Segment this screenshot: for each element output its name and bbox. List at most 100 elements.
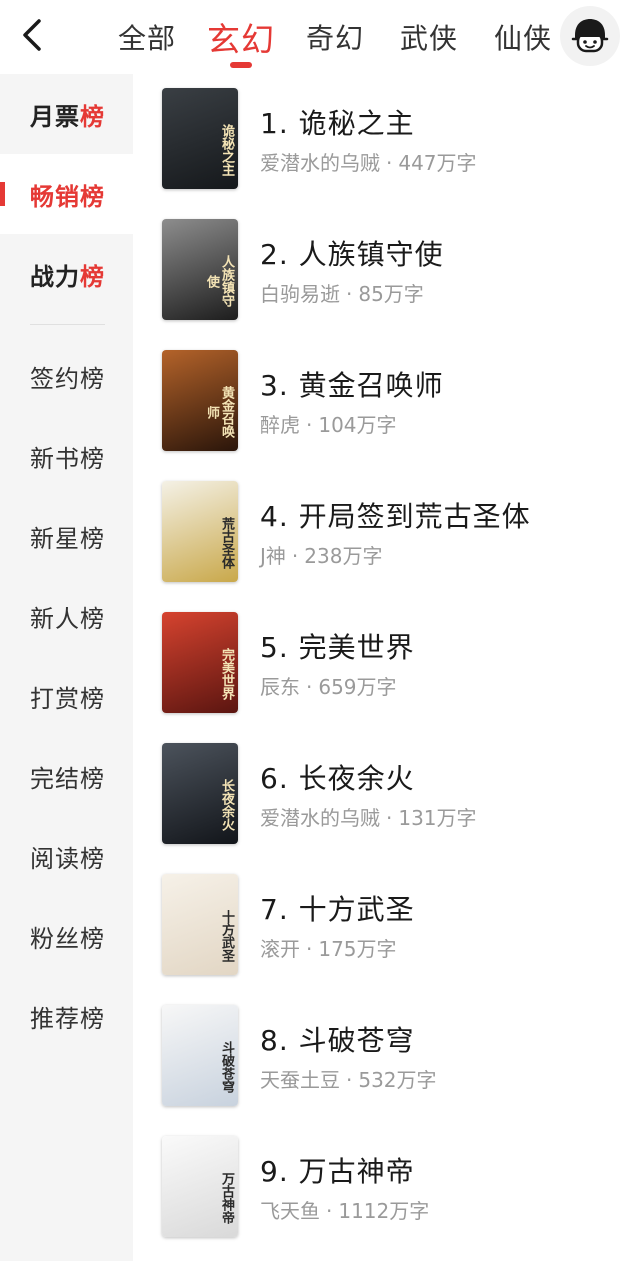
category-tabs: 全部 玄幻 奇幻 武侠 仙侠: [100, 0, 570, 74]
separator-dot: ·: [346, 282, 353, 306]
sidebar-item-label: 推荐榜: [30, 1004, 105, 1033]
book-meta: 辰东 · 659万字: [260, 671, 397, 700]
book-meta: 飞天鱼 · 1112万字: [260, 1195, 429, 1224]
book-cover: 完美世界: [162, 612, 238, 713]
cover-title: 黄金召唤师: [204, 386, 234, 438]
cover-title: 万古神帝: [219, 1172, 234, 1224]
tab-qihuan[interactable]: 奇幻: [288, 0, 382, 74]
tab-all[interactable]: 全部: [100, 0, 194, 74]
sidebar-item-bestseller[interactable]: 畅销榜: [0, 154, 133, 234]
book-word-count: 175万字: [318, 937, 397, 961]
book-cover: 万古神帝: [162, 1136, 238, 1237]
separator-dot: ·: [291, 544, 299, 568]
separator-dot: ·: [386, 151, 393, 175]
book-title: 6. 长夜余火: [260, 762, 415, 795]
book-title: 4. 开局签到荒古圣体: [260, 500, 531, 533]
tab-xianxia[interactable]: 仙侠: [476, 0, 570, 74]
separator-dot: ·: [326, 1199, 333, 1223]
sidebar-item-label: 新书榜: [30, 444, 105, 473]
book-title: 3. 黄金召唤师: [260, 369, 444, 402]
sidebar-item-label: 新人榜: [30, 604, 105, 633]
cover-title: 荒古圣体: [219, 517, 234, 569]
book-title: 1. 诡秘之主: [260, 107, 415, 140]
sidebar-item-reading[interactable]: 阅读榜: [0, 816, 133, 896]
book-author: 白驹易逝: [260, 282, 340, 306]
book-list-item[interactable]: 斗破苍穹 8. 斗破苍穹 天蚕土豆 · 532万字: [133, 991, 640, 1122]
book-author: J神: [260, 544, 286, 568]
book-word-count: 104万字: [318, 413, 397, 437]
sidebar-item-tips[interactable]: 打赏榜: [0, 656, 133, 736]
ranking-sidebar: 月票榜 畅销榜 战力榜 签约榜 新书榜 新星榜 新人榜 打赏榜 完结榜 阅读榜 …: [0, 74, 133, 1261]
book-word-count: 532万字: [358, 1068, 437, 1092]
book-title: 9. 万古神帝: [260, 1155, 415, 1188]
book-list-item[interactable]: 黄金召唤师 3. 黄金召唤师 醉虎 · 104万字: [133, 336, 640, 467]
book-list-item[interactable]: 人族镇守使 2. 人族镇守使 白驹易逝 · 85万字: [133, 205, 640, 336]
tab-xuanhuan[interactable]: 玄幻: [194, 0, 288, 74]
tab-label: 仙侠: [493, 22, 552, 55]
book-list-item[interactable]: 诡秘之主 1. 诡秘之主 爱潜水的乌贼 · 447万字: [133, 74, 640, 205]
sidebar-item-new-star[interactable]: 新星榜: [0, 496, 133, 576]
sidebar-item-label: 战力: [30, 262, 80, 291]
sidebar-item-label: 粉丝榜: [30, 924, 105, 953]
book-cover: 诡秘之主: [162, 88, 238, 189]
tab-wuxia[interactable]: 武侠: [382, 0, 476, 74]
cover-title: 长夜余火: [219, 779, 234, 831]
active-tab-indicator: [230, 62, 252, 68]
book-meta: 白驹易逝 · 85万字: [260, 278, 424, 307]
avatar-button[interactable]: [560, 6, 620, 66]
cover-title: 人族镇守使: [204, 255, 234, 307]
cover-title: 斗破苍穹: [219, 1041, 234, 1093]
book-word-count: 85万字: [358, 282, 424, 306]
book-meta: 爱潜水的乌贼 · 447万字: [260, 147, 477, 176]
book-word-count: 238万字: [304, 544, 383, 568]
book-meta: 爱潜水的乌贼 · 131万字: [260, 802, 477, 831]
book-author: 爱潜水的乌贼: [260, 151, 380, 175]
book-word-count: 131万字: [398, 806, 477, 830]
book-meta: 天蚕土豆 · 532万字: [260, 1064, 437, 1093]
active-indicator: [0, 182, 5, 206]
cover-title: 十方武圣: [219, 910, 234, 962]
sidebar-divider: [30, 324, 105, 325]
book-list-item[interactable]: 长夜余火 6. 长夜余火 爱潜水的乌贼 · 131万字: [133, 729, 640, 860]
book-title: 8. 斗破苍穹: [260, 1024, 415, 1057]
book-list-item[interactable]: 十方武圣 7. 十方武圣 滚开 · 175万字: [133, 860, 640, 991]
avatar-icon: [571, 19, 609, 53]
sidebar-item-recommend[interactable]: 推荐榜: [0, 976, 133, 1056]
book-word-count: 447万字: [398, 151, 477, 175]
separator-dot: ·: [346, 1068, 353, 1092]
sidebar-item-label: 新星榜: [30, 524, 105, 553]
back-button[interactable]: [14, 14, 50, 56]
book-list-item[interactable]: 完美世界 5. 完美世界 辰东 · 659万字: [133, 598, 640, 729]
sidebar-item-monthly-ticket[interactable]: 月票榜: [0, 74, 133, 154]
sidebar-item-signed[interactable]: 签约榜: [0, 336, 133, 416]
book-list-item[interactable]: 荒古圣体 4. 开局签到荒古圣体 J神 · 238万字: [133, 467, 640, 598]
separator-dot: ·: [386, 806, 393, 830]
sidebar-item-label: 签约榜: [30, 364, 105, 393]
book-author: 飞天鱼: [260, 1199, 320, 1223]
book-cover: 十方武圣: [162, 874, 238, 975]
tab-label: 全部: [117, 22, 176, 55]
book-title: 7. 十方武圣: [260, 893, 415, 926]
book-author: 辰东: [260, 675, 300, 699]
sidebar-item-power[interactable]: 战力榜: [0, 234, 133, 314]
sidebar-item-fans[interactable]: 粉丝榜: [0, 896, 133, 976]
sidebar-item-suffix: 榜: [80, 262, 105, 291]
book-ranking-list: 诡秘之主 1. 诡秘之主 爱潜水的乌贼 · 447万字 人族镇守使 2. 人族镇守使…: [133, 74, 640, 1261]
tab-label: 奇幻: [305, 22, 364, 55]
book-author: 滚开: [260, 937, 300, 961]
book-cover: 黄金召唤师: [162, 350, 238, 451]
tab-label: 武侠: [399, 22, 458, 55]
top-bar: 全部 玄幻 奇幻 武侠 仙侠: [0, 0, 640, 74]
sidebar-item-suffix: 榜: [80, 102, 105, 131]
book-list-item[interactable]: 万古神帝 9. 万古神帝 飞天鱼 · 1112万字: [133, 1122, 640, 1253]
sidebar-item-completed[interactable]: 完结榜: [0, 736, 133, 816]
sidebar-item-newcomer[interactable]: 新人榜: [0, 576, 133, 656]
book-author: 爱潜水的乌贼: [260, 806, 380, 830]
tab-label: 玄幻: [207, 20, 275, 59]
sidebar-item-new-book[interactable]: 新书榜: [0, 416, 133, 496]
sidebar-item-label: 月票: [30, 102, 80, 131]
book-title: 5. 完美世界: [260, 631, 415, 664]
book-meta: 滚开 · 175万字: [260, 933, 397, 962]
sidebar-item-label: 畅销: [30, 182, 80, 211]
book-cover: 人族镇守使: [162, 219, 238, 320]
